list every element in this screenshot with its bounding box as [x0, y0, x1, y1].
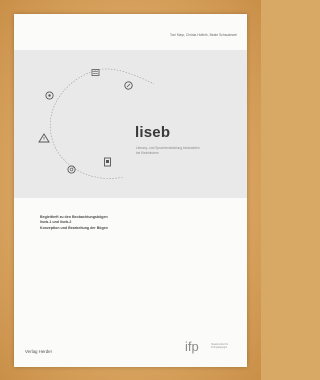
- face-circle-icon: [67, 165, 76, 174]
- book-title: liseb: [135, 124, 171, 141]
- cover-blurb: Begleitheft zu den Beobachtungsbögen lis…: [40, 215, 190, 231]
- logo-tagline: Staatsinstitut für Frühpädagogik: [211, 343, 229, 350]
- subtitle-line: bei Kleinkindern: [136, 151, 159, 156]
- ifp-logo: ifp Staatsinstitut für Frühpädagogik: [185, 339, 237, 357]
- warning-triangle-icon: [38, 133, 50, 143]
- blurb-line: Konzeption und Bearbeitung der Bögen: [40, 225, 108, 230]
- book-subtitle: Literacy- und Sprachentwicklung beobacht…: [136, 146, 226, 156]
- decorative-arc: [50, 68, 155, 179]
- document-icon: [104, 157, 111, 167]
- pencil-circle-icon: [124, 81, 133, 90]
- logo-text: ifp: [185, 339, 199, 354]
- publisher-name: Verlag Herder: [25, 349, 53, 354]
- book-cover: Toni Mayr, Christa Hofbrik, Beate Schaud…: [14, 14, 247, 367]
- book-icon: [91, 69, 100, 76]
- smiley-icon: [45, 91, 54, 100]
